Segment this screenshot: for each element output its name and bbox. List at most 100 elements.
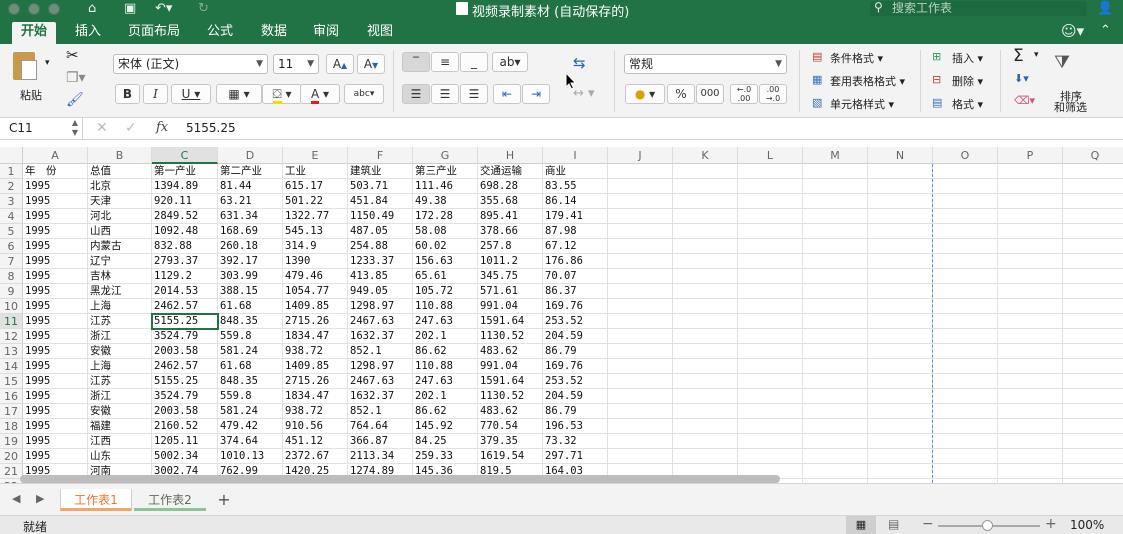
table-cell[interactable]: [998, 239, 1063, 254]
row-header[interactable]: 6: [0, 239, 23, 254]
table-cell[interactable]: 天津: [88, 194, 152, 209]
table-cell[interactable]: [998, 464, 1063, 479]
table-cell[interactable]: [1063, 404, 1123, 419]
table-cell[interactable]: 1995: [23, 299, 88, 314]
table-cell[interactable]: 487.05: [348, 224, 413, 239]
table-cell[interactable]: [933, 194, 998, 209]
header-cell[interactable]: 第二产业: [218, 164, 283, 179]
paste-button[interactable]: [10, 50, 40, 84]
table-cell[interactable]: 1995: [23, 179, 88, 194]
table-cell[interactable]: 黑龙江: [88, 284, 152, 299]
table-cell[interactable]: [998, 269, 1063, 284]
table-cell[interactable]: 379.35: [478, 434, 543, 449]
table-cell[interactable]: [868, 224, 933, 239]
table-cell[interactable]: [673, 224, 738, 239]
table-cell[interactable]: 江西: [88, 434, 152, 449]
table-cell[interactable]: [933, 389, 998, 404]
table-cell[interactable]: 938.72: [283, 344, 348, 359]
fill-icon[interactable]: ⬇▾: [1014, 72, 1029, 85]
table-cell[interactable]: 1995: [23, 419, 88, 434]
close-window-button[interactable]: [8, 3, 20, 15]
table-cell[interactable]: [868, 404, 933, 419]
table-cell[interactable]: [868, 299, 933, 314]
orientation-button[interactable]: ab▾: [492, 52, 528, 72]
table-cell[interactable]: [998, 179, 1063, 194]
table-cell[interactable]: [673, 284, 738, 299]
row-header[interactable]: 15: [0, 374, 23, 389]
table-cell[interactable]: [1063, 269, 1123, 284]
percent-style-button[interactable]: %: [667, 84, 695, 104]
column-header-g[interactable]: G: [413, 147, 478, 164]
table-cell[interactable]: [1063, 284, 1123, 299]
table-cell[interactable]: [998, 389, 1063, 404]
table-cell[interactable]: [868, 194, 933, 209]
table-cell[interactable]: [1063, 239, 1123, 254]
column-header-n[interactable]: N: [868, 147, 933, 164]
table-cell[interactable]: [998, 434, 1063, 449]
table-cell[interactable]: [933, 299, 998, 314]
table-cell[interactable]: [933, 314, 998, 329]
table-cell[interactable]: [608, 359, 673, 374]
column-header-e[interactable]: E: [283, 147, 348, 164]
table-cell[interactable]: 2715.26: [283, 374, 348, 389]
underline-button[interactable]: U ▾: [171, 84, 211, 104]
table-cell[interactable]: 2160.52: [152, 419, 218, 434]
row-header[interactable]: 5: [0, 224, 23, 239]
table-cell[interactable]: [1063, 194, 1123, 209]
decrease-font-size-button[interactable]: A▼: [357, 54, 385, 74]
table-cell[interactable]: 1995: [23, 389, 88, 404]
table-cell[interactable]: 2467.63: [348, 314, 413, 329]
table-cell[interactable]: [1063, 299, 1123, 314]
table-cell[interactable]: [998, 404, 1063, 419]
table-cell[interactable]: 559.8: [218, 389, 283, 404]
font-size-select[interactable]: 11 ▼: [273, 54, 319, 74]
table-cell[interactable]: [738, 344, 803, 359]
increase-font-size-button[interactable]: A▲: [326, 54, 354, 74]
table-cell[interactable]: [608, 299, 673, 314]
table-cell[interactable]: 631.34: [218, 209, 283, 224]
table-cell[interactable]: [673, 344, 738, 359]
table-cell[interactable]: [803, 254, 868, 269]
row-header[interactable]: 13: [0, 344, 23, 359]
cut-icon[interactable]: ✂: [66, 46, 79, 64]
table-cell[interactable]: [1063, 464, 1123, 479]
table-cell[interactable]: 2462.57: [152, 299, 218, 314]
table-cell[interactable]: 355.68: [478, 194, 543, 209]
sheet-tab-1[interactable]: 工作表1: [60, 489, 132, 511]
table-cell[interactable]: [933, 239, 998, 254]
table-cell[interactable]: 169.76: [543, 299, 608, 314]
table-cell[interactable]: [608, 329, 673, 344]
align-right-button[interactable]: ☰: [460, 84, 488, 104]
table-cell[interactable]: 上海: [88, 359, 152, 374]
table-cell[interactable]: 1995: [23, 344, 88, 359]
table-cell[interactable]: 169.76: [543, 359, 608, 374]
align-top-button[interactable]: ‾: [402, 52, 430, 72]
table-cell[interactable]: [673, 389, 738, 404]
table-cell[interactable]: [1063, 179, 1123, 194]
table-cell[interactable]: 1995: [23, 254, 88, 269]
table-cell[interactable]: 345.75: [478, 269, 543, 284]
table-cell[interactable]: 84.25: [413, 434, 478, 449]
table-cell[interactable]: [738, 449, 803, 464]
table-cell[interactable]: 2113.34: [348, 449, 413, 464]
table-cell[interactable]: 378.66: [478, 224, 543, 239]
table-cell[interactable]: 168.69: [218, 224, 283, 239]
table-cell[interactable]: [803, 284, 868, 299]
table-cell[interactable]: 451.84: [348, 194, 413, 209]
table-cell[interactable]: 70.07: [543, 269, 608, 284]
cell-styles-button[interactable]: 单元格样式 ▾: [830, 96, 894, 112]
table-cell[interactable]: [933, 224, 998, 239]
table-cell[interactable]: [1063, 224, 1123, 239]
table-cell[interactable]: [803, 239, 868, 254]
row-header[interactable]: 16: [0, 389, 23, 404]
table-cell[interactable]: [933, 329, 998, 344]
table-cell[interactable]: 581.24: [218, 404, 283, 419]
table-cell[interactable]: 2849.52: [152, 209, 218, 224]
table-cell[interactable]: 1632.37: [348, 389, 413, 404]
table-cell[interactable]: 259.33: [413, 449, 478, 464]
table-cell[interactable]: [998, 299, 1063, 314]
increase-indent-button[interactable]: ⇥: [522, 84, 550, 104]
table-cell[interactable]: 58.08: [413, 224, 478, 239]
header-cell[interactable]: [1063, 164, 1123, 179]
zoom-slider-thumb[interactable]: [981, 520, 993, 531]
